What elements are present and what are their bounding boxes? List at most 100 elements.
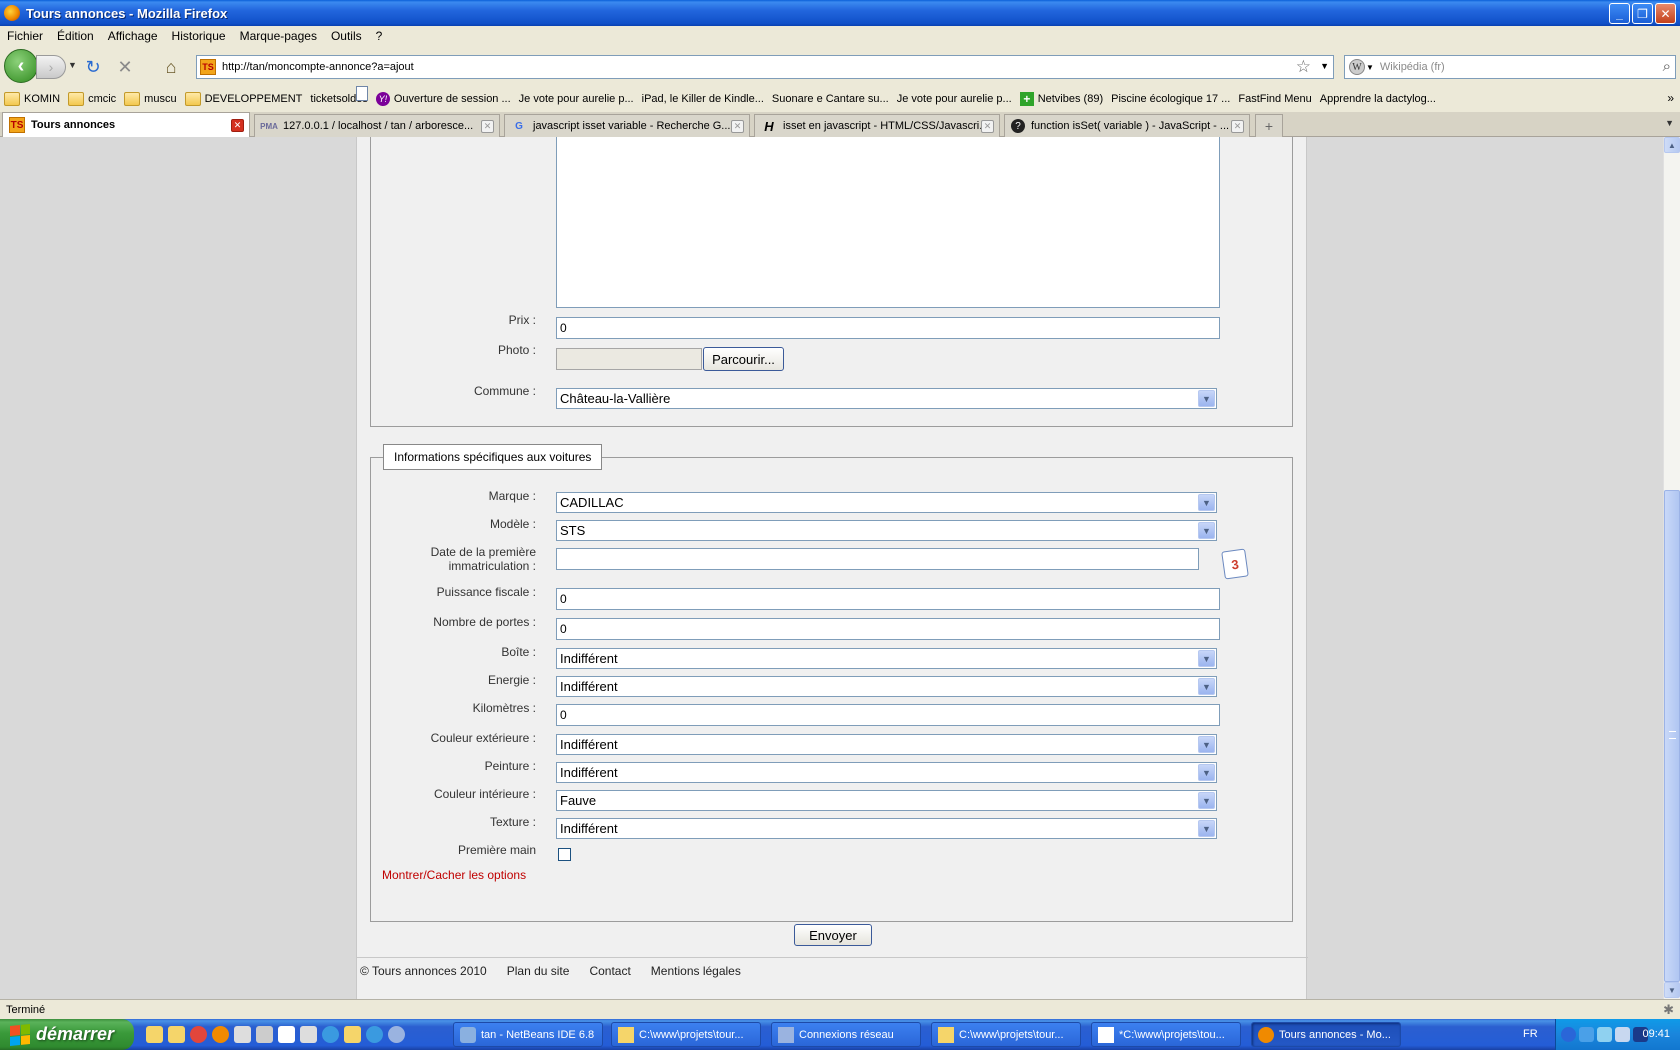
chevron-down-icon[interactable]: ▼ — [1198, 820, 1215, 837]
km-input[interactable]: 0 — [556, 704, 1220, 726]
couleur-int-select[interactable]: Fauve ▼ — [556, 790, 1217, 811]
bookmark-item[interactable]: iPad, le Killer de Kindle... — [356, 86, 764, 105]
search-icon[interactable]: ⌕ — [1663, 58, 1671, 75]
forward-button[interactable]: › — [36, 55, 66, 79]
submit-button[interactable]: Envoyer — [794, 924, 872, 946]
scrollbar-thumb[interactable] — [1664, 490, 1680, 982]
address-dropdown-icon[interactable]: ▼ — [1320, 61, 1329, 71]
prix-input[interactable]: 0 — [556, 317, 1220, 339]
toggle-options-link[interactable]: Montrer/Cacher les options — [382, 868, 526, 882]
bookmark-item[interactable]: muscu — [124, 92, 177, 106]
puissance-input[interactable]: 0 — [556, 588, 1220, 610]
texture-select[interactable]: Indifférent ▼ — [556, 818, 1217, 839]
new-tab-button[interactable]: + — [1255, 114, 1283, 137]
bookmark-item[interactable]: FastFind Menu — [356, 86, 1312, 105]
menu-outils[interactable]: Outils — [331, 29, 362, 43]
ie-icon[interactable] — [322, 1026, 339, 1043]
bookmark-item[interactable]: Apprendre la dactylog... — [356, 86, 1436, 105]
menu-fichier[interactable]: Fichier — [7, 29, 43, 43]
minimize-button[interactable]: _ — [1609, 3, 1630, 24]
chevron-down-icon[interactable]: ▼ — [1198, 678, 1215, 695]
network-icon[interactable] — [388, 1026, 405, 1043]
date-immatriculation-input[interactable] — [556, 548, 1199, 570]
search-bar[interactable]: W ▼ Wikipédia (fr) ⌕ — [1344, 55, 1676, 79]
search-engine-dropdown-icon[interactable]: ▼ — [1366, 63, 1374, 72]
bookmark-item[interactable]: Je vote pour aurelie p... — [356, 86, 1012, 105]
chevron-down-icon[interactable]: ▼ — [1198, 736, 1215, 753]
description-textarea[interactable] — [556, 137, 1220, 308]
bookmarks-overflow-icon[interactable]: » — [1667, 91, 1674, 105]
modele-select[interactable]: STS ▼ — [556, 520, 1217, 541]
taskbar-item-network[interactable]: Connexions réseau — [771, 1022, 921, 1047]
scroll-down-icon[interactable]: ▼ — [1664, 982, 1680, 998]
bookmark-star-icon[interactable]: ☆ — [1296, 57, 1311, 77]
menu-marque-pages[interactable]: Marque-pages — [240, 29, 317, 43]
chevron-down-icon[interactable]: ▼ — [1198, 764, 1215, 781]
chevron-down-icon[interactable]: ▼ — [1198, 650, 1215, 667]
vertical-scrollbar[interactable]: ▲ ▼ — [1663, 137, 1680, 999]
chevron-down-icon[interactable]: ▼ — [1198, 792, 1215, 809]
menu-affichage[interactable]: Affichage — [108, 29, 158, 43]
chevron-down-icon[interactable]: ▼ — [1198, 522, 1215, 539]
tab-function-isset[interactable]: ? function isSet( variable ) - JavaScrip… — [1004, 114, 1250, 137]
chevron-down-icon[interactable]: ▼ — [1198, 390, 1215, 407]
bookmark-item[interactable]: DEVELOPPEMENT — [184, 92, 302, 106]
mentions-legales-link[interactable]: Mentions légales — [651, 964, 741, 978]
boite-select[interactable]: Indifférent ▼ — [556, 648, 1217, 669]
reload-icon[interactable]: ↻ — [82, 56, 104, 78]
stop-icon[interactable]: ✕ — [114, 56, 136, 78]
couleur-ext-select[interactable]: Indifférent ▼ — [556, 734, 1217, 755]
menu-help[interactable]: ? — [376, 29, 383, 43]
resize-grip-icon[interactable]: ✱ — [1663, 1002, 1674, 1018]
close-tab-icon[interactable]: ✕ — [731, 120, 744, 133]
folder-icon[interactable] — [146, 1026, 163, 1043]
tab-tours-annonces[interactable]: TS Tours annonces ✕ — [2, 112, 250, 137]
history-dropdown-icon[interactable]: ▼ — [68, 60, 77, 70]
close-tab-icon[interactable]: ✕ — [1231, 120, 1244, 133]
tray-volume-icon[interactable] — [1615, 1027, 1630, 1042]
taskbar-item-explorer-1[interactable]: C:\www\projets\tour... — [611, 1022, 761, 1047]
window-titlebar[interactable]: Tours annonces - Mozilla Firefox _ ❐ ✕ — [0, 0, 1680, 26]
close-window-button[interactable]: ✕ — [1655, 3, 1676, 24]
list-tabs-icon[interactable]: ▼ — [1665, 118, 1674, 128]
taskbar-item-explorer-2[interactable]: C:\www\projets\tour... — [931, 1022, 1081, 1047]
taskbar-item-firefox[interactable]: Tours annonces - Mo... — [1251, 1022, 1401, 1047]
close-tab-icon[interactable]: ✕ — [481, 120, 494, 133]
portes-input[interactable]: 0 — [556, 618, 1220, 640]
bookmark-item[interactable]: Je vote pour aurelie p... — [356, 86, 634, 105]
commune-select[interactable]: Château-la-Vallière ▼ — [556, 388, 1217, 409]
scroll-up-icon[interactable]: ▲ — [1664, 137, 1680, 153]
contact-link[interactable]: Contact — [589, 964, 630, 978]
plan-du-site-link[interactable]: Plan du site — [507, 964, 570, 978]
premiere-main-checkbox[interactable] — [558, 848, 571, 861]
ie-icon[interactable] — [366, 1026, 383, 1043]
folder-icon[interactable] — [344, 1026, 361, 1043]
firefox-icon[interactable] — [212, 1026, 229, 1043]
chevron-down-icon[interactable]: ▼ — [1198, 494, 1215, 511]
tool-icon[interactable] — [256, 1026, 273, 1043]
wikipedia-icon[interactable]: W — [1349, 59, 1365, 75]
marque-select[interactable]: CADILLAC ▼ — [556, 492, 1217, 513]
taskbar-item-editor[interactable]: *C:\www\projets\tou... — [1091, 1022, 1241, 1047]
user-icon[interactable] — [234, 1026, 251, 1043]
chrome-icon[interactable] — [190, 1026, 207, 1043]
menu-historique[interactable]: Historique — [172, 29, 226, 43]
maximize-button[interactable]: ❐ — [1632, 3, 1653, 24]
app-icon[interactable] — [300, 1026, 317, 1043]
address-text[interactable]: http://tan/moncompte-annonce?a=ajout — [222, 61, 414, 73]
language-indicator[interactable]: FR — [1523, 1028, 1538, 1040]
menu-edition[interactable]: Édition — [57, 29, 94, 43]
peinture-select[interactable]: Indifférent ▼ — [556, 762, 1217, 783]
clock[interactable]: 09:41 — [1642, 1028, 1670, 1040]
tray-arrow-icon[interactable] — [1561, 1027, 1576, 1042]
bookmark-item[interactable]: cmcic — [68, 92, 116, 106]
address-bar[interactable]: TS http://tan/moncompte-annonce?a=ajout … — [196, 55, 1334, 79]
search-placeholder[interactable]: Wikipédia (fr) — [1380, 61, 1445, 73]
tray-network-icon[interactable] — [1579, 1027, 1594, 1042]
bookmark-item[interactable]: Piscine écologique 17 ... — [356, 86, 1230, 105]
start-button[interactable]: démarrer — [0, 1019, 134, 1050]
taskbar-item-netbeans[interactable]: tan - NetBeans IDE 6.8 — [453, 1022, 603, 1047]
photo-file-input[interactable] — [556, 348, 702, 370]
bookmark-item[interactable]: + Netvibes (89) — [1019, 92, 1103, 106]
editor-icon[interactable] — [278, 1026, 295, 1043]
